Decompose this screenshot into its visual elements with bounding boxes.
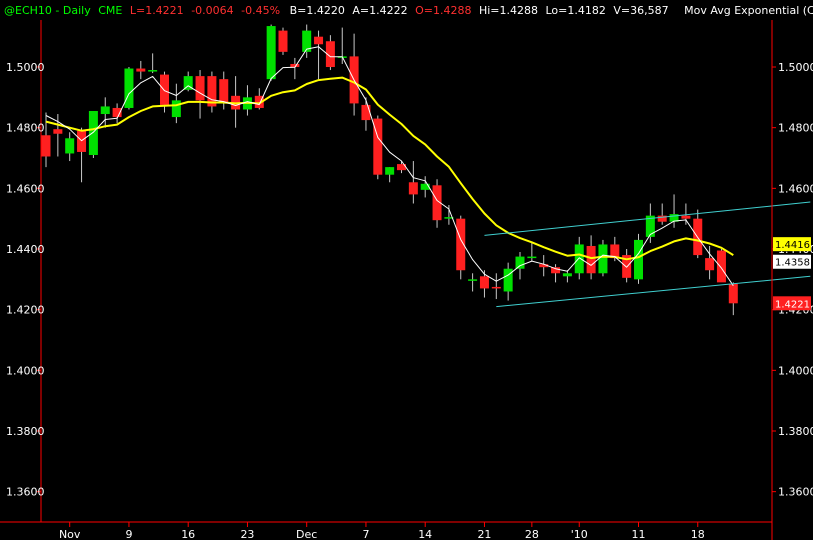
candle-body-down [681,215,691,219]
candle [266,24,276,81]
header-volume: V=36,587 [613,4,668,17]
header-period: Daily [63,4,91,17]
left-tick-label: 1.3600 [6,486,45,499]
header-ask: A=1.4222 [352,4,407,17]
candle-body-down [361,104,371,121]
candle-body-up [468,279,478,281]
candle-body-down [705,258,715,271]
candle-body-up [515,256,525,269]
time-tick-label: 18 [691,528,705,540]
right-tick-label: 1.3600 [778,486,813,499]
right-tick-label: 1.4600 [778,182,813,195]
chart-background [0,0,813,540]
time-tick-label: 14 [418,528,432,540]
left-tick-label: 1.4400 [6,243,45,256]
candle [373,115,383,180]
header-change-pct: -0.45% [241,4,280,17]
right-tick-label: 1.3800 [778,425,813,438]
badge-ema-slow-label: 1.4416 [775,240,810,251]
candle-body-down [551,267,561,274]
candle [634,233,643,284]
candle-body-down [491,286,501,289]
candle-body-down [77,130,87,152]
badge-last-price-label: 1.4221 [775,299,810,310]
candle-body-up [171,100,181,118]
time-tick-label: 21 [477,528,491,540]
candle-body-down [314,36,324,45]
header-low: Lo=1.4182 [546,4,606,17]
header-open: O=1.4288 [415,4,471,17]
candle-body-up [148,70,158,72]
candle-body-down [219,79,229,104]
header-change: -0.0064 [191,4,233,17]
candle-body-down [278,30,288,52]
header-separator: - [52,4,63,17]
candle [456,215,466,280]
candle-body-down [195,76,205,101]
candle [716,249,726,283]
left-tick-label: 1.4000 [6,364,45,377]
header-symbol: @ECH10 [4,4,52,17]
candle-body-up [65,138,75,154]
left-tick-label: 1.5000 [6,61,45,74]
right-tick-label: 1.5000 [778,61,813,74]
price-chart[interactable]: 1.5000 1.5000 1.4800 1.4800 1.4600 1.4600 1.44… [0,0,813,540]
time-tick-label: 11 [632,528,646,540]
time-tick-label: 23 [240,528,254,540]
header-exchange: CME [98,4,122,17]
time-tick-label: Nov [59,528,81,540]
candle-body-up [574,244,584,274]
candle-body-down [479,276,489,289]
time-tick-label: 9 [125,528,132,540]
badge-last-price: 1.4221 [773,296,811,311]
candle-body-up [124,68,134,108]
candle-body-down [716,250,726,283]
candle-body-up [385,167,395,175]
candle-body-up [100,106,110,115]
candle-body-down [728,283,738,304]
candle-body-down [136,68,146,72]
candle-body-down [586,245,596,274]
left-tick-label: 1.4800 [6,122,45,135]
badge-ema-fast: 1.4358 [773,254,811,269]
right-tick-label: 1.4800 [778,122,813,135]
left-tick-label: 1.4200 [6,304,45,317]
right-tick-label: 1.4000 [778,364,813,377]
time-tick-label: '10 [571,528,588,540]
candle-body-down [160,74,169,105]
candle-body-down [41,135,51,157]
candle-body-up [562,273,572,277]
time-tick-label: 7 [362,528,369,540]
candle-body-up [598,244,608,274]
badge-ema-fast-label: 1.4358 [775,258,810,269]
header-indicator: Mov Avg Exponential (Close,2 ... [684,4,813,17]
candle-body-up [527,256,537,259]
time-tick-label: 16 [181,528,195,540]
candle-body-down [408,182,418,195]
left-tick-label: 1.3800 [6,425,45,438]
time-tick-label: Dec [296,528,317,540]
header-bid: B=1.4220 [290,4,345,17]
candle [207,71,217,113]
time-tick-label: 28 [525,528,539,540]
candle-body-down [53,129,63,134]
header-last: L=1.4221 [130,4,184,17]
badge-ema-slow: 1.4416 [773,237,811,252]
candle-body-up [266,26,276,80]
header-high: Hi=1.4288 [479,4,538,17]
candle-body-up [634,239,643,280]
chart-header: @ECH10 - Daily CME L=1.4221 -0.0064 -0.4… [4,4,813,17]
candle-body-up [88,110,98,155]
candle [124,67,134,110]
candle [278,27,288,55]
left-tick-label: 1.4600 [6,182,45,195]
